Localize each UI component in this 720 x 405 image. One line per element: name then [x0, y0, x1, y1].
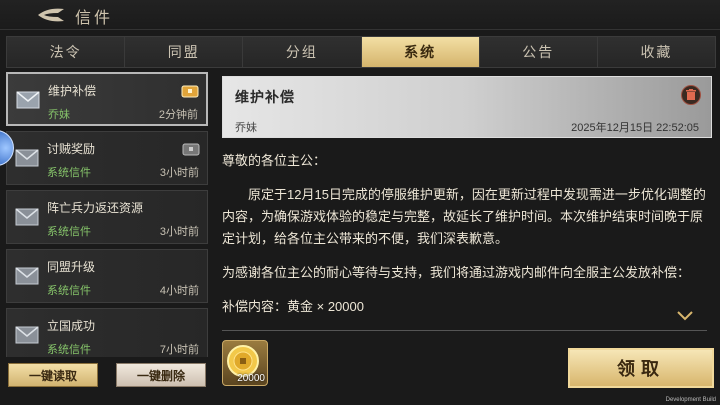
mail-body: 尊敬的各位主公： 原定于12月15日完成的停服维护更新，因在更新过程中发现需进一…: [222, 150, 712, 330]
mail-paragraph: 补偿内容：黄金 × 20000: [222, 299, 364, 314]
mail-sender: 系统信件: [47, 285, 91, 297]
mail-item[interactable]: 讨贼奖励 系统信件 3小时前: [6, 131, 208, 185]
mail-item[interactable]: 阵亡兵力返还资源 系统信件 3小时前: [6, 190, 208, 244]
mail-time: 3小时前: [159, 226, 199, 238]
chevron-down-icon[interactable]: [676, 310, 694, 322]
mail-time: 2分钟前: [158, 109, 198, 121]
mail-title: 阵亡兵力返还资源: [47, 201, 144, 215]
letter-icon: [15, 208, 39, 226]
trash-icon[interactable]: [681, 85, 701, 105]
mail-time: 3小时前: [159, 167, 199, 179]
back-arrow-icon[interactable]: [34, 5, 70, 25]
reward-item[interactable]: 20000: [222, 340, 268, 386]
letter-icon: [15, 267, 39, 285]
mail-detail-date: 2025年12月15日 22:52:05: [571, 122, 699, 134]
mail-time: 7小时前: [159, 344, 199, 356]
mail-detail: 维护补偿 乔妹 2025年12月15日 22:52:05 尊敬的各位主公： 原定…: [214, 72, 716, 398]
mail-detail-title: 维护补偿: [235, 89, 295, 105]
mail-detail-header: 维护补偿 乔妹 2025年12月15日 22:52:05: [222, 76, 712, 138]
chest-icon: [182, 143, 200, 156]
mail-title: 讨贼奖励: [47, 142, 96, 156]
mail-time: 4小时前: [159, 285, 199, 297]
tab-announcement[interactable]: 公告: [479, 37, 598, 67]
dev-build-label: Development Build: [665, 397, 716, 403]
mail-title: 立国成功: [47, 319, 96, 333]
mail-list: 维护补偿 乔妹 2分钟前 讨贼奖励 系统信件 3小时前 阵亡兵力返还资源 系统信…: [6, 72, 208, 357]
delete-all-button[interactable]: 一键删除: [116, 363, 206, 387]
mail-sender: 乔妹: [48, 109, 70, 121]
mail-item[interactable]: 立国成功 系统信件 7小时前: [6, 308, 208, 357]
mail-sender: 系统信件: [47, 344, 91, 356]
mail-title: 维护补偿: [48, 84, 97, 98]
tab-bar: 法令 同盟 分组 系统 公告 收藏: [6, 36, 716, 68]
divider: [222, 330, 707, 331]
mail-item[interactable]: 维护补偿 乔妹 2分钟前: [6, 72, 208, 126]
read-all-button[interactable]: 一键读取: [8, 363, 98, 387]
letter-icon: [15, 149, 39, 167]
page-title: 信件: [75, 10, 114, 27]
mail-greeting: 尊敬的各位主公：: [222, 153, 327, 168]
mail-detail-sender: 乔妹: [235, 122, 257, 134]
letter-icon: [16, 91, 40, 109]
tab-favorites[interactable]: 收藏: [597, 37, 716, 67]
chest-icon: [181, 85, 199, 98]
mail-paragraph: 为感谢各位主公的耐心等待与支持，我们将通过游戏内邮件向全服主公发放补偿：: [222, 265, 691, 280]
letter-icon: [15, 326, 39, 344]
tab-decree[interactable]: 法令: [7, 37, 126, 67]
mail-sender: 系统信件: [47, 226, 91, 238]
reward-amount: 20000: [237, 373, 265, 384]
tab-system[interactable]: 系统: [361, 37, 480, 67]
mail-title: 同盟升级: [47, 260, 96, 274]
mail-item[interactable]: 同盟升级 系统信件 4小时前: [6, 249, 208, 303]
claim-button[interactable]: 领取: [568, 348, 714, 388]
tab-group[interactable]: 分组: [243, 37, 362, 67]
mail-sender: 系统信件: [47, 167, 91, 179]
title-bar: 信件: [0, 0, 720, 30]
mail-paragraph: 原定于12月15日完成的停服维护更新，因在更新过程中发现需进一步优化调整的内容，…: [222, 187, 706, 246]
tab-alliance[interactable]: 同盟: [125, 37, 244, 67]
